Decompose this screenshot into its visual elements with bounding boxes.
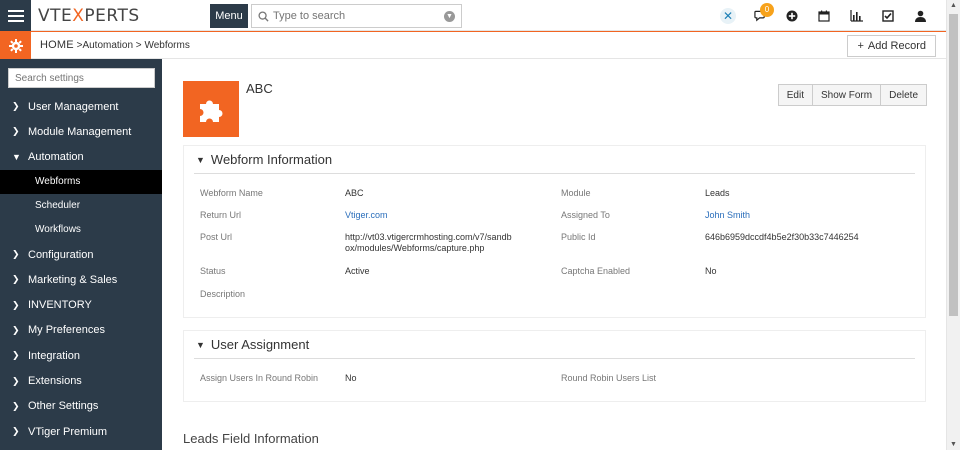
reports-chart-icon[interactable] — [840, 0, 872, 31]
sidebar-item-inventory[interactable]: ❯ INVENTORY — [0, 292, 162, 317]
sidebar-item-module-management[interactable]: ❯ Module Management — [0, 119, 162, 144]
calendar-icon[interactable] — [808, 0, 840, 31]
sidebar-item-configuration[interactable]: ❯ Configuration — [0, 242, 162, 267]
breadcrumb: HOME >Automation > Webforms — [40, 39, 190, 51]
chevron-down-icon: ▼ — [12, 152, 21, 163]
return-url-label: Return Url — [200, 210, 242, 220]
vtexperts-x-icon[interactable]: ✕ — [712, 0, 744, 31]
module-label: Module — [561, 188, 591, 198]
settings-menu: ❯ User Management ❯ Module Management ▼ Aut… — [0, 94, 162, 444]
webform-name-label: Webform Name — [200, 188, 263, 198]
webform-name-value: ABC — [345, 188, 364, 198]
chevron-right-icon: ❯ — [12, 126, 20, 137]
chevron-right-icon: ❯ — [12, 274, 20, 285]
search-icon — [258, 10, 269, 22]
quick-create-icon[interactable] — [776, 0, 808, 31]
post-url-value-line2: ox/modules/Webforms/capture.php — [345, 243, 485, 253]
sidebar-item-user-management[interactable]: ❯ User Management — [0, 94, 162, 119]
user-assignment-header[interactable]: ▼ User Assignment — [194, 331, 915, 359]
scroll-up-arrow-icon[interactable]: ▲ — [950, 2, 957, 9]
record-actions: Edit Show Form Delete — [777, 84, 927, 106]
user-assignment-block: ▼ User Assignment Assign Users In Round R… — [183, 330, 926, 402]
record-detail: ABC Edit Show Form Delete ▼ Webform Infor… — [162, 59, 946, 450]
collapse-caret-icon: ▼ — [196, 154, 205, 165]
sidebar-subitem-scheduler[interactable]: Scheduler — [0, 194, 162, 218]
status-label: Status — [200, 266, 226, 276]
sidebar-subitem-webforms[interactable]: Webforms — [0, 169, 162, 194]
chevron-right-icon: ❯ — [12, 400, 20, 411]
notifications-icon[interactable]: 0 — [744, 0, 776, 31]
sidebar-item-marketing-sales[interactable]: ❯ Marketing & Sales — [0, 267, 162, 292]
return-url-link[interactable]: Vtiger.com — [345, 210, 388, 221]
webform-information-header[interactable]: ▼ Webform Information — [194, 146, 915, 174]
public-id-label: Public Id — [561, 232, 596, 242]
breadcrumb-webforms[interactable]: Webforms — [144, 40, 189, 51]
top-icons: ✕ 0 — [712, 0, 936, 31]
webform-puzzle-icon — [183, 81, 239, 137]
settings-sidebar: ❯User Management ❯Module Management ▼Aut… — [0, 59, 162, 450]
sidebar-item-vtiger-premium[interactable]: ❯ VTiger Premium — [0, 419, 162, 444]
sidebar-item-my-preferences[interactable]: ❯ My Preferences — [0, 318, 162, 343]
leads-field-information-title: Leads Field Information — [183, 431, 319, 446]
assigned-to-label: Assigned To — [561, 210, 610, 220]
app-logo[interactable]: VTEXPERTS — [38, 6, 140, 26]
chevron-right-icon: ❯ — [12, 101, 20, 112]
scroll-down-arrow-icon[interactable]: ▼ — [950, 441, 957, 448]
breadcrumb-home[interactable]: HOME — [40, 39, 74, 51]
breadcrumb-bar: HOME >Automation > Webforms + Add Record — [0, 31, 946, 59]
notification-badge: 0 — [760, 3, 774, 17]
captcha-enabled-label: Captcha Enabled — [561, 266, 631, 276]
add-record-button[interactable]: + Add Record — [847, 35, 936, 57]
post-url-value-line1: http://vt03.vtigercrmhosting.com/v7/sand… — [345, 232, 512, 242]
round-robin-label: Assign Users In Round Robin — [200, 373, 319, 383]
settings-gear-icon[interactable] — [0, 32, 31, 59]
assigned-to-link[interactable]: John Smith — [705, 210, 750, 221]
public-id-value: 646b6959dccdf4b5e2f30b33c7446254 — [705, 232, 859, 242]
chevron-right-icon: ❯ — [12, 375, 20, 386]
chevron-right-icon: ❯ — [12, 350, 20, 361]
round-robin-users-label: Round Robin Users List — [561, 373, 657, 383]
post-url-label: Post Url — [200, 232, 233, 242]
settings-search-input[interactable] — [8, 68, 155, 88]
menu-button[interactable]: Menu — [210, 4, 248, 28]
show-form-button[interactable]: Show Form — [811, 84, 882, 106]
chevron-right-icon: ❯ — [12, 299, 20, 310]
round-robin-value: No — [345, 373, 357, 383]
captcha-enabled-value: No — [705, 266, 717, 276]
sidebar-item-extensions[interactable]: ❯ Extensions — [0, 368, 162, 393]
breadcrumb-automation[interactable]: Automation — [82, 40, 133, 51]
webform-information-block: ▼ Webform Information Webform Name ABC Mo… — [183, 145, 926, 318]
top-bar: VTEXPERTS Menu ▼ ✕ 0 — [0, 0, 946, 31]
chevron-right-icon: ❯ — [12, 426, 20, 437]
collapse-caret-icon: ▼ — [196, 339, 205, 350]
page-scrollbar[interactable]: ▲ ▼ — [946, 0, 960, 450]
chevron-right-icon: ❯ — [12, 324, 20, 335]
user-profile-icon[interactable] — [904, 0, 936, 31]
description-label: Description — [200, 289, 246, 299]
sidebar-subitem-workflows[interactable]: Workflows — [0, 218, 162, 242]
plus-icon: + — [857, 40, 864, 52]
scroll-thumb[interactable] — [949, 14, 958, 316]
chevron-right-icon: ❯ — [12, 249, 20, 260]
status-value: Active — [345, 266, 370, 276]
search-options-chevron-icon[interactable]: ▼ — [444, 11, 455, 22]
delete-button[interactable]: Delete — [880, 84, 927, 106]
tasks-checkbox-icon[interactable] — [872, 0, 904, 31]
search-input[interactable] — [273, 10, 445, 22]
module-value: Leads — [705, 188, 730, 198]
global-search[interactable]: ▼ — [251, 4, 462, 28]
record-title: ABC — [246, 81, 273, 96]
hamburger-menu-icon[interactable] — [0, 0, 31, 31]
sidebar-item-integration[interactable]: ❯ Integration — [0, 343, 162, 368]
edit-button[interactable]: Edit — [777, 84, 813, 106]
sidebar-item-automation[interactable]: ▼ Automation — [0, 145, 162, 170]
sidebar-item-other-settings[interactable]: ❯ Other Settings — [0, 394, 162, 419]
